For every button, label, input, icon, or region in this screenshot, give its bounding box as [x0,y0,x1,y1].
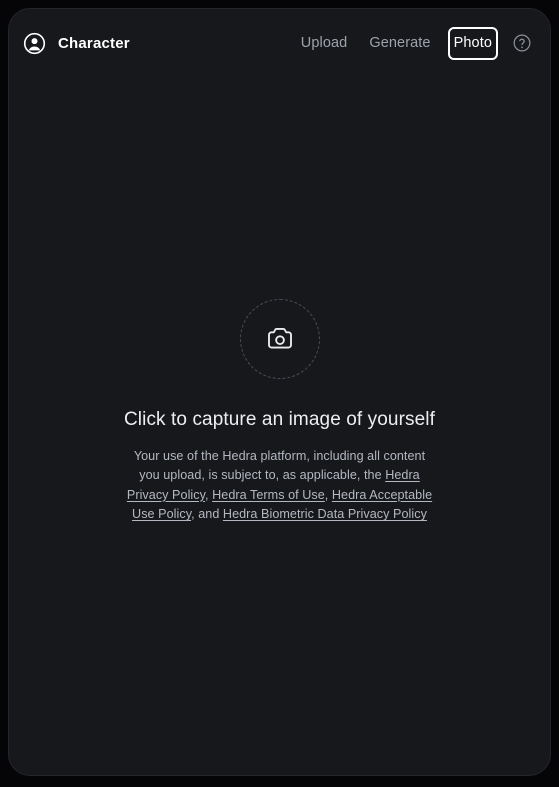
legal-intro-text: Your use of the Hedra platform, includin… [133,449,426,483]
legal-separator-1: , [205,487,213,502]
capture-headline: Click to capture an image of yourself [123,409,435,430]
user-circle-icon [23,32,46,55]
panel-header: Character Upload Generate Photo [9,9,550,77]
tab-generate[interactable]: Generate [358,27,441,60]
photo-capture-area[interactable]: Click to capture an image of yourself Yo… [9,77,550,775]
header-left-group: Character [23,32,130,55]
capture-drop-target[interactable] [239,299,320,379]
camera-icon [265,324,295,354]
tab-photo[interactable]: Photo [447,26,498,60]
link-terms-of-use[interactable]: Hedra Terms of Use [212,488,325,502]
legal-disclaimer: Your use of the Hedra platform, includin… [124,447,436,525]
tab-upload[interactable]: Upload [290,27,359,60]
question-mark-circle-icon[interactable] [512,33,532,53]
header-tabs: Upload Generate Photo [290,26,536,60]
legal-separator-3: , and [191,507,223,522]
character-panel: Character Upload Generate Photo Click to… [8,8,551,776]
link-biometric-data-privacy-policy[interactable]: Hedra Biometric Data Privacy Policy [223,507,427,521]
panel-title: Character [58,34,130,52]
